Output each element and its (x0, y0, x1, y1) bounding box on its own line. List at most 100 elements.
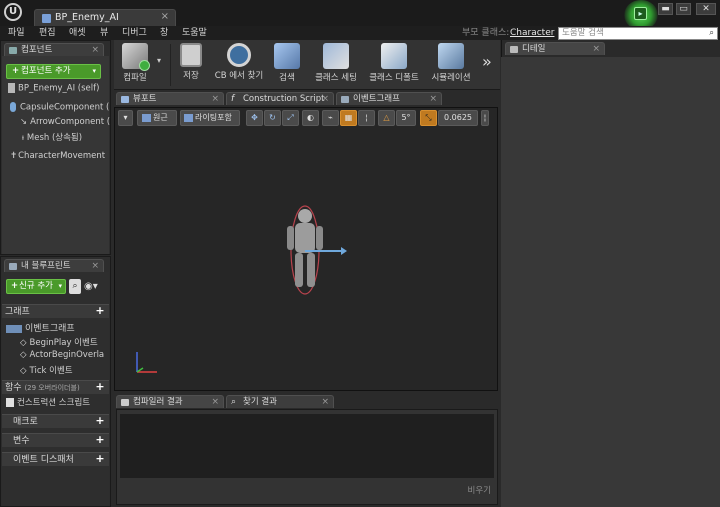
tab-details[interactable]: 디테일 × (505, 42, 605, 55)
menu-debug[interactable]: 디버그 (122, 26, 147, 40)
menu-help[interactable]: 도움말 (182, 26, 207, 40)
component-capsule[interactable]: CapsuleComponent ( (10, 102, 110, 113)
rotation-snap-icon[interactable]: △ (378, 110, 395, 126)
event-actor-begin-overlap[interactable]: ◇ ActorBeginOverla (20, 350, 108, 360)
close-tab-icon[interactable]: × (91, 44, 99, 56)
close-tab-icon[interactable]: × (211, 396, 219, 408)
section-event-dispatchers[interactable]: 이벤트 디스패처 + (2, 452, 109, 466)
binoculars-icon (274, 43, 300, 69)
tab-components[interactable]: 컴포넌트 × (4, 43, 104, 56)
toolbar-overflow-icon[interactable]: » (482, 52, 492, 71)
viewport-icon (121, 96, 129, 103)
viewport-toolbar: ▾ 원근 라이팅포함 ✥ ↻ ⤢ ◐ ⌁ ▦ ¦ △ 5° ⤡ 0.0625 ¦ (118, 110, 494, 128)
add-variable-icon[interactable]: + (95, 434, 105, 446)
eye-icon[interactable]: ◉▾ (84, 280, 106, 293)
grid-snap-icon[interactable]: ▦ (340, 110, 357, 126)
close-tab-icon[interactable]: × (321, 396, 329, 408)
compiler-log-area (120, 414, 494, 478)
viewport-options-dropdown[interactable]: ▾ (118, 110, 133, 126)
class-defaults-button[interactable]: 클래스 디폴트 (366, 43, 422, 87)
close-window-button[interactable]: ✕ (696, 3, 716, 15)
component-arrow-label: ArrowComponent ( (30, 117, 110, 127)
tab-construction-script[interactable]: f Construction Script × (226, 92, 334, 105)
construction-script-label: 컨스트럭션 스크립트 (17, 398, 91, 408)
class-settings-gear-icon (323, 43, 349, 69)
character-left-arm (287, 226, 294, 250)
search-button[interactable]: 검색 (272, 43, 302, 87)
tab-my-blueprint[interactable]: 내 블루프린트 × (4, 259, 104, 272)
add-graph-icon[interactable]: + (95, 305, 105, 317)
tab-find-results[interactable]: ⌕ 찾기 결과 × (226, 395, 334, 408)
close-tab-icon[interactable]: × (429, 93, 437, 105)
close-tab-icon[interactable]: × (161, 11, 169, 22)
add-component-button[interactable]: + 컴포넌트 추가 ▾ (6, 64, 101, 79)
tab-compiler-results[interactable]: 컴파일러 결과 × (116, 395, 224, 408)
construction-script-item[interactable]: 컨스트럭션 스크립트 (6, 396, 110, 408)
help-search-input[interactable]: 도움말 검색 ⌕ (558, 27, 718, 40)
close-tab-icon[interactable]: × (592, 43, 600, 55)
grid-snap-value-dropdown[interactable]: ¦ (358, 110, 375, 126)
menu-file[interactable]: 파일 (8, 26, 25, 40)
add-new-button[interactable]: + 신규 추가 ▾ (6, 279, 66, 294)
perspective-button[interactable]: 원근 (137, 110, 177, 126)
surface-snap-icon[interactable]: ⌁ (322, 110, 339, 126)
actor-icon (8, 83, 15, 93)
viewport[interactable] (114, 107, 498, 391)
component-character-movement[interactable]: ✝CharacterMovement (10, 151, 110, 161)
close-tab-icon[interactable]: × (91, 260, 99, 272)
close-tab-icon[interactable]: × (211, 93, 219, 105)
scale-tool-icon[interactable]: ⤢ (282, 110, 299, 126)
maximize-button[interactable]: ▭ (676, 3, 691, 15)
add-macro-icon[interactable]: + (95, 415, 105, 427)
document-tab-bp-enemy-ai[interactable]: BP_Enemy_AI × (34, 9, 176, 26)
event-begin-play[interactable]: ◇ BeginPlay 이벤트 (20, 336, 108, 348)
component-self[interactable]: BP_Enemy_AI (self) (8, 83, 108, 94)
scale-snap-icon[interactable]: ⤡ (420, 110, 437, 126)
close-tab-icon[interactable]: × (321, 93, 329, 105)
world-local-toggle-icon[interactable]: ◐ (302, 110, 319, 126)
section-macros[interactable]: 매크로 + (2, 414, 109, 428)
character-right-leg (307, 253, 315, 287)
event-graph-item[interactable]: 이벤트그래프 (6, 321, 110, 334)
add-function-icon[interactable]: + (95, 381, 105, 393)
menu-asset[interactable]: 애셋 (69, 26, 86, 40)
rotation-snap-value[interactable]: 5° (396, 110, 416, 126)
rotate-tool-icon[interactable]: ↻ (264, 110, 281, 126)
find-in-cb-button[interactable]: CB 에서 찾기 (212, 43, 266, 87)
component-character-movement-label: CharacterMovement (18, 151, 106, 161)
bottom-panel: 컴파일러 결과 × ⌕ 찾기 결과 × 비우기 (114, 393, 500, 507)
lighting-mode-button[interactable]: 라이팅포함 (180, 110, 240, 126)
component-arrow[interactable]: ↘ ArrowComponent ( (20, 117, 110, 127)
component-mesh-label: Mesh (상속됨) (26, 133, 83, 143)
tab-viewport[interactable]: 뷰포트 × (116, 92, 224, 105)
menu-edit[interactable]: 편집 (39, 26, 56, 40)
simulation-button[interactable]: 시뮬레이션 (428, 43, 474, 87)
perspective-label: 원근 (153, 113, 168, 122)
add-event-dispatcher-icon[interactable]: + (95, 453, 105, 465)
search-icon[interactable]: ⌕ (69, 279, 81, 294)
scale-snap-value[interactable]: 0.0625 (438, 110, 478, 126)
event-tick[interactable]: ◇ Tick 이벤트 (20, 364, 108, 376)
section-graph[interactable]: 그래프 + (2, 304, 109, 318)
event-tick-label: Tick 이벤트 (29, 366, 73, 376)
menu-window[interactable]: 창 (160, 26, 168, 40)
translate-tool-icon[interactable]: ✥ (246, 110, 263, 126)
minimize-button[interactable]: ▬ (658, 3, 673, 15)
viewport-toolbar-overflow[interactable]: ¦ (481, 110, 489, 126)
component-mesh[interactable]: ᵼ Mesh (상속됨) (22, 131, 110, 143)
tab-event-graph[interactable]: 이벤트그래프 × (336, 92, 442, 105)
details-icon (510, 46, 518, 53)
clear-button[interactable]: 비우기 (468, 484, 491, 496)
section-variables[interactable]: 변수 + (2, 433, 109, 447)
event-graph-icon (341, 96, 349, 103)
parent-class-link[interactable]: Character (510, 26, 554, 40)
event-icon: ◇ (20, 366, 27, 376)
menu-view[interactable]: 뷰 (100, 26, 108, 40)
compile-button[interactable]: 컴파일 (116, 43, 154, 87)
class-settings-button[interactable]: 클래스 세팅 (310, 43, 362, 87)
section-functions[interactable]: 함수 (29 오버라이더블) + (2, 380, 109, 394)
character-mesh[interactable] (275, 198, 355, 308)
save-button[interactable]: 저장 (176, 43, 206, 87)
compile-options-dropdown-icon[interactable]: ▾ (157, 56, 161, 65)
feedback-icon[interactable]: ▸ (634, 7, 647, 20)
